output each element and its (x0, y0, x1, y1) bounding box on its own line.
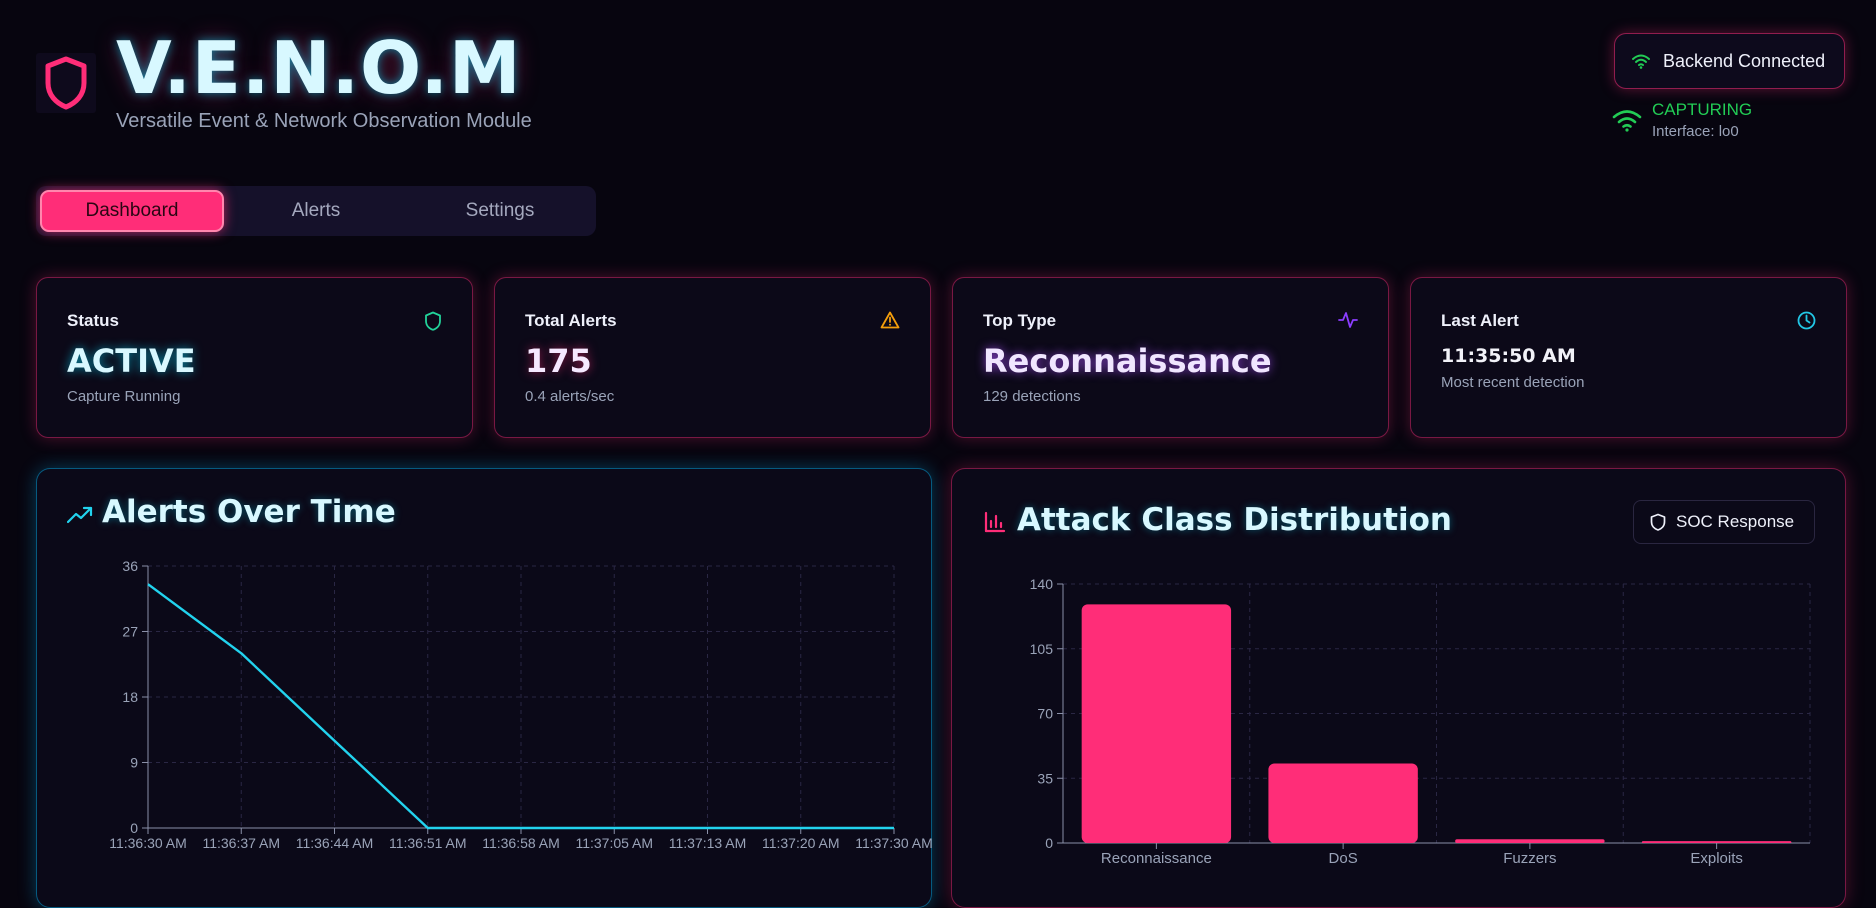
x-tick-label: 11:37:30 AM (855, 835, 933, 851)
y-tick-label: 27 (122, 624, 138, 640)
y-tick-label: 36 (122, 558, 138, 574)
x-tick-label: 11:37:05 AM (575, 835, 653, 851)
y-tick-label: 18 (122, 689, 138, 705)
x-tick-label: 11:37:13 AM (669, 835, 747, 851)
x-tick-label: 11:36:37 AM (202, 835, 280, 851)
x-tick-label: 11:36:30 AM (109, 835, 187, 851)
x-tick-label: 11:36:44 AM (296, 835, 374, 851)
y-tick-label: 0 (130, 820, 138, 836)
x-tick-label: 11:37:20 AM (762, 835, 840, 851)
x-tick-label: 11:36:51 AM (389, 835, 467, 851)
x-tick-label: 11:36:58 AM (482, 835, 560, 851)
y-tick-label: 9 (130, 755, 138, 771)
alerts-over-time-chart: 0 9 18 27 36 11:36:30 AM 11:36:37 AM 11:36:44 A… (109, 558, 933, 851)
